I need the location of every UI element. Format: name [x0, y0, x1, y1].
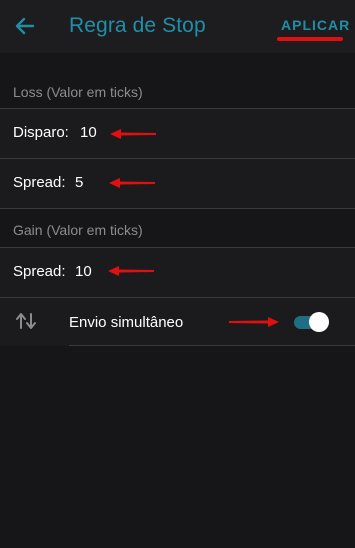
divider — [0, 208, 355, 209]
loss-trigger-label: Disparo: — [13, 124, 69, 141]
simultaneous-send-toggle[interactable] — [292, 311, 330, 333]
swap-icon — [16, 313, 36, 329]
toggle-knob — [309, 312, 329, 332]
simultaneous-send-label: Envio simultâneo — [69, 314, 184, 331]
back-button[interactable] — [8, 10, 42, 42]
divider — [69, 345, 355, 346]
annotation-arrow-left-icon — [110, 129, 156, 139]
app-header: Regra de Stop APLICAR — [0, 0, 355, 53]
annotation-arrow-left-icon — [108, 266, 154, 276]
page-title: Regra de Stop — [69, 14, 206, 37]
gain-section-label: Gain (Valor em ticks) — [13, 222, 143, 238]
annotation-arrow-left-icon — [109, 178, 155, 188]
loss-spread-row[interactable]: Spread: 5 — [0, 159, 355, 209]
loss-trigger-value[interactable]: 10 — [80, 124, 97, 141]
annotation-underline — [277, 37, 343, 41]
gain-spread-row[interactable]: Spread: 10 — [0, 248, 355, 298]
loss-trigger-row[interactable]: Disparo: 10 — [0, 109, 355, 159]
gain-spread-value[interactable]: 10 — [75, 263, 92, 280]
annotation-arrow-right-icon — [229, 317, 279, 327]
loss-spread-value[interactable]: 5 — [75, 174, 83, 191]
gain-spread-label: Spread: — [13, 263, 66, 280]
loss-spread-label: Spread: — [13, 174, 66, 191]
loss-section-label: Loss (Valor em ticks) — [13, 84, 143, 100]
apply-button[interactable]: APLICAR — [281, 17, 350, 33]
arrow-left-icon — [15, 17, 35, 35]
